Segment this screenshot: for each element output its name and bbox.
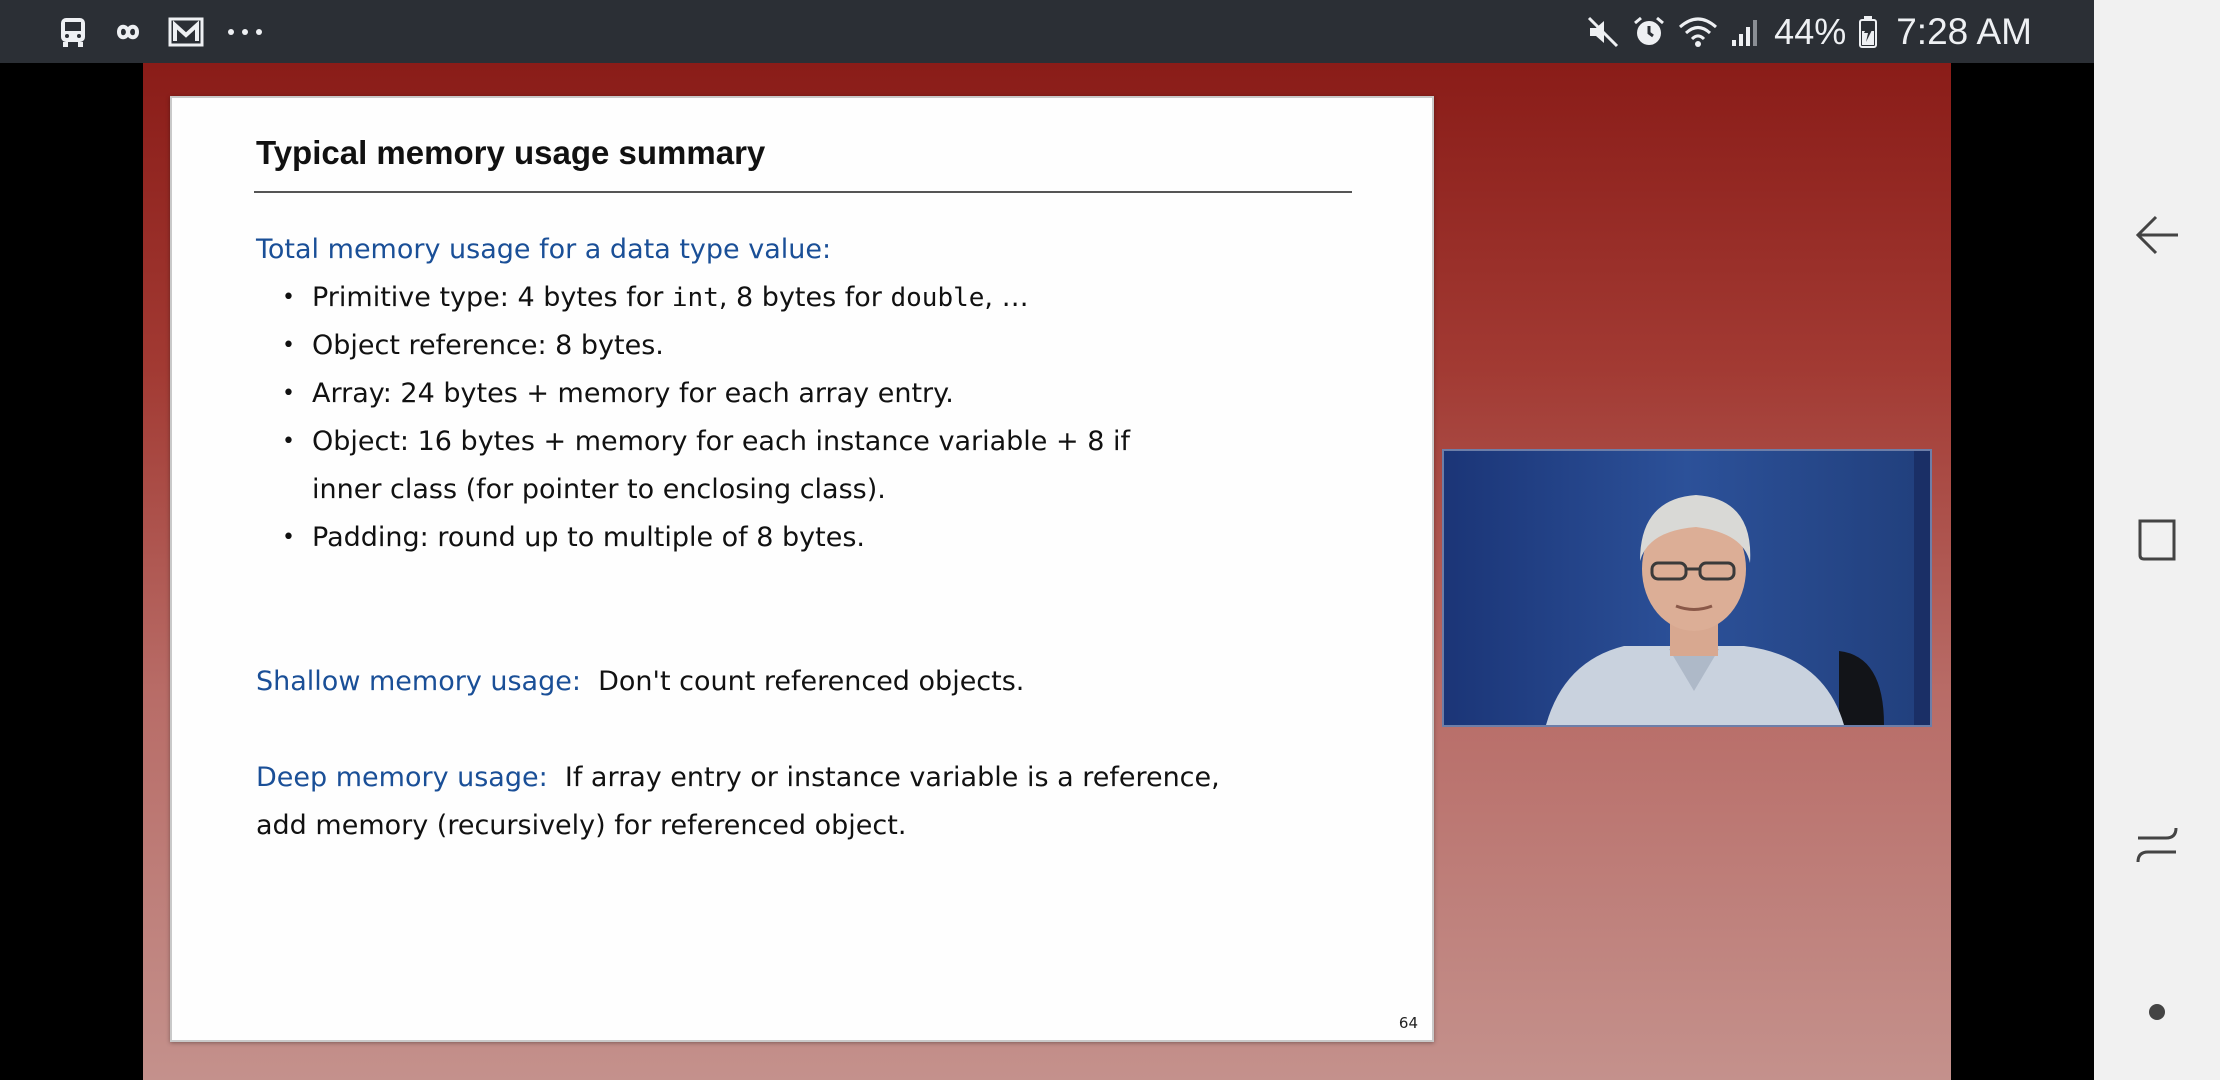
array-text: Array: 24 bytes + memory for each array … bbox=[312, 378, 954, 409]
title-divider bbox=[254, 191, 1352, 193]
shallow-usage-line: Shallow memory usage: Don't count refere… bbox=[256, 658, 1336, 706]
bullet-object: • Object: 16 bytes + memory for each ins… bbox=[256, 418, 1336, 514]
shallow-label: Shallow memory usage: bbox=[256, 666, 581, 697]
recents-icon bbox=[2138, 519, 2176, 561]
deep-text-line2: add memory (recursively) for referenced … bbox=[256, 810, 907, 841]
navigation-bar bbox=[2094, 0, 2220, 1080]
double-keyword: double bbox=[890, 283, 985, 313]
battery-percentage: 44% bbox=[1774, 11, 1847, 52]
switch-icon bbox=[2136, 827, 2178, 863]
more-dots-icon bbox=[226, 27, 264, 37]
lecturer-image bbox=[1444, 451, 1930, 725]
alarm-icon bbox=[1632, 15, 1666, 49]
status-bar: 44% 7:28 AM bbox=[0, 0, 2094, 63]
lecturer-video-pip bbox=[1442, 449, 1932, 727]
bus-icon bbox=[58, 16, 88, 48]
signal-icon bbox=[1730, 16, 1762, 48]
int-keyword: int bbox=[671, 283, 719, 313]
status-left-icons bbox=[58, 12, 264, 52]
wifi-icon bbox=[1678, 15, 1718, 49]
bullet-array: • Array: 24 bytes + memory for each arra… bbox=[256, 370, 1336, 418]
reference-text: Object reference: 8 bytes. bbox=[312, 330, 664, 361]
bullet-dot-icon: • bbox=[282, 525, 295, 550]
video-player[interactable]: Typical memory usage summary Total memor… bbox=[0, 63, 2094, 1080]
status-right-icons: 44% 7:28 AM bbox=[1586, 10, 2032, 54]
primitive-end: , … bbox=[984, 282, 1029, 313]
object-text-line2: inner class (for pointer to enclosing cl… bbox=[312, 474, 886, 505]
screen: 44% 7:28 AM Typical memory usage summary… bbox=[0, 0, 2220, 1080]
mail-icon bbox=[168, 16, 204, 48]
bullet-dot-icon: • bbox=[282, 285, 295, 310]
lecture-slide: Typical memory usage summary Total memor… bbox=[170, 96, 1434, 1042]
slide-body: Total memory usage for a data type value… bbox=[256, 226, 1336, 850]
recents-button[interactable] bbox=[2094, 510, 2220, 570]
bullet-padding: • Padding: round up to multiple of 8 byt… bbox=[256, 514, 1336, 562]
shallow-text: Don't count referenced objects. bbox=[580, 666, 1025, 697]
back-icon bbox=[2135, 215, 2178, 255]
keyboard-toggle-button[interactable] bbox=[2094, 992, 2220, 1032]
primitive-mid: , 8 bytes for bbox=[718, 282, 891, 313]
total-usage-heading: Total memory usage for a data type value… bbox=[256, 234, 832, 265]
object-text-line1: Object: 16 bytes + memory for each insta… bbox=[312, 426, 1130, 457]
bullet-primitive: • Primitive type: 4 bytes for int, 8 byt… bbox=[256, 274, 1336, 322]
infinity-icon bbox=[110, 20, 146, 44]
battery-icon bbox=[1858, 15, 1878, 49]
clock: 7:28 AM bbox=[1896, 11, 2032, 52]
deep-usage-line: Deep memory usage: If array entry or ins… bbox=[256, 754, 1336, 802]
padding-text: Padding: round up to multiple of 8 bytes… bbox=[312, 522, 865, 553]
back-button[interactable] bbox=[2094, 205, 2220, 265]
deep-label: Deep memory usage: bbox=[256, 762, 548, 793]
usage-bullets: • Primitive type: 4 bytes for int, 8 byt… bbox=[256, 274, 1336, 562]
bullet-dot-icon: • bbox=[282, 429, 295, 454]
dot-icon bbox=[2149, 1004, 2165, 1020]
mute-icon bbox=[1586, 15, 1620, 49]
slide-title: Typical memory usage summary bbox=[256, 134, 766, 171]
bullet-dot-icon: • bbox=[282, 381, 295, 406]
bullet-dot-icon: • bbox=[282, 333, 295, 358]
slide-page-number: 64 bbox=[1398, 1014, 1418, 1032]
primitive-label: Primitive type: 4 bytes for bbox=[312, 282, 672, 313]
switch-apps-button[interactable] bbox=[2094, 815, 2220, 875]
bullet-reference: • Object reference: 8 bytes. bbox=[256, 322, 1336, 370]
deep-text-line1: If array entry or instance variable is a… bbox=[547, 762, 1220, 793]
